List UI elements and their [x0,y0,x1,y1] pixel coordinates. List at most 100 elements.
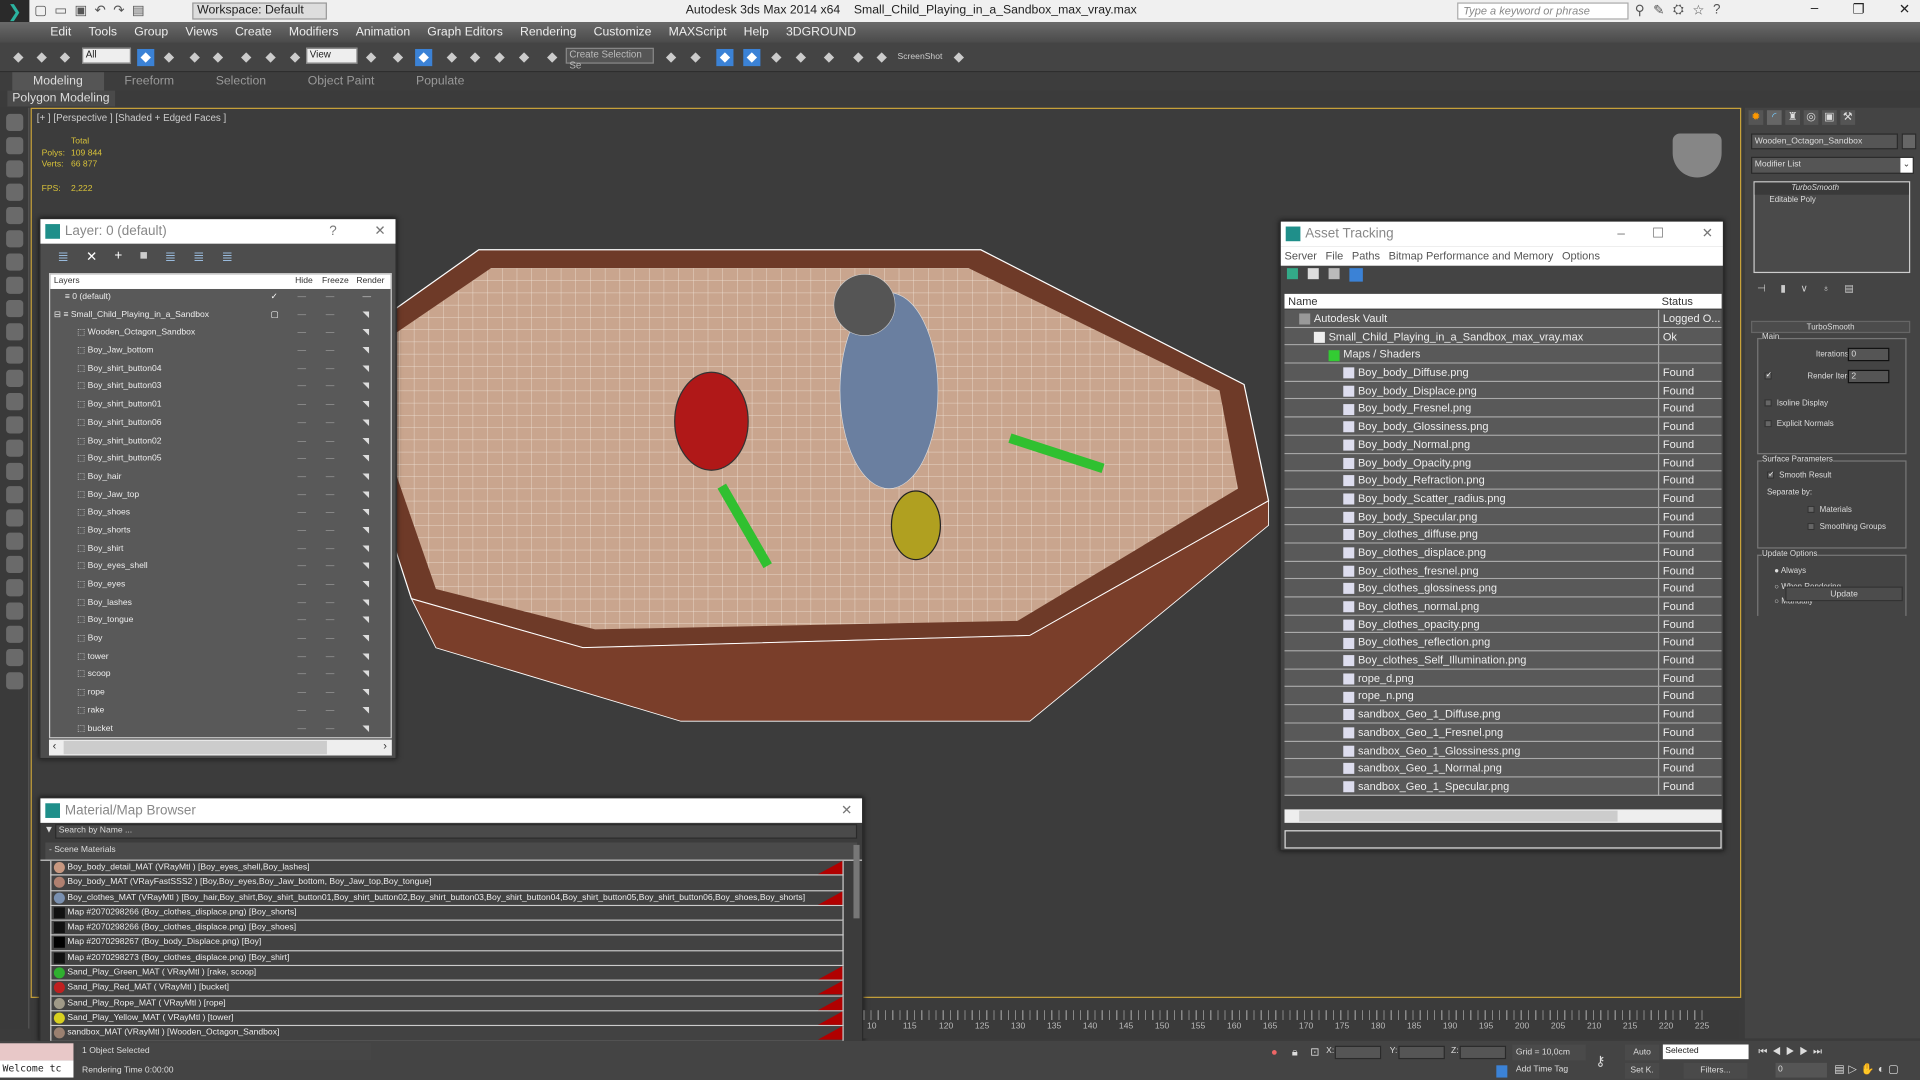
help-icon[interactable] [6,672,24,690]
layer-row[interactable]: ⬚ Boy_eyes — — ◥ [50,577,390,595]
info-icon[interactable] [6,648,24,667]
undo-icon[interactable]: ↶ [95,2,106,19]
highlight-icon[interactable]: ≣ [165,249,176,266]
new-file-icon[interactable]: ▢ [34,2,47,19]
display-icon[interactable] [6,206,24,225]
hide-toggle[interactable]: — [298,559,307,577]
x-coordinate-field[interactable] [1334,1045,1382,1060]
modify-tab-icon[interactable]: ◜ [1766,110,1782,125]
search-input[interactable]: Type a keyword or phrase [1457,2,1629,20]
layer-row[interactable]: ⬚ scoop — — ◥ [50,667,390,685]
render-toggle-icon[interactable]: ◥ [362,505,369,523]
render-toggle-icon[interactable]: ◥ [362,541,369,559]
box-icon[interactable] [6,253,24,271]
hide-toggle[interactable]: — [298,721,307,738]
teapot-icon[interactable]: ◆ [950,49,967,66]
smooth-result-checkbox[interactable]: ✓ [1766,471,1774,480]
layer-row[interactable]: ⬚ Boy_shoes — — ◥ [50,505,390,523]
freeze-toggle[interactable]: — [326,613,335,631]
material-item[interactable]: Boy_body_MAT (VRayFastSSS2 ) [Boy,Boy_ey… [50,875,844,891]
asset-row[interactable]: Boy_clothes_normal.png Found [1284,597,1722,616]
ribbon-tab-populate[interactable]: Populate [395,72,485,90]
scroll-thumb[interactable] [63,740,327,755]
freeze-toggle[interactable]: — [326,649,335,667]
camera-icon[interactable] [6,346,24,364]
render-toggle-icon[interactable]: ◥ [362,415,369,433]
motion-tab-icon[interactable]: ◎ [1803,110,1819,125]
menu-create[interactable]: Create [226,22,280,43]
layer-row[interactable]: ⬚ Boy_Jaw_bottom — — ◥ [50,343,390,361]
key-icon[interactable]: ✎ [1653,2,1664,19]
pivot-icon[interactable]: ◆ [362,49,379,66]
asset-row[interactable]: sandbox_Geo_1_Glossiness.png Found [1284,741,1722,760]
modify-icon[interactable] [6,137,24,155]
paint-icon[interactable] [6,555,24,574]
layer-row[interactable]: ⬚ Boy_Jaw_top — — ◥ [50,487,390,505]
asset-row[interactable]: rope_n.png Found [1284,687,1722,706]
layer-row[interactable]: ⊟ ≡ Small_Child_Playing_in_a_Sandbox ▢ — — ◥ [50,307,390,325]
layer-row[interactable]: ⬚ Boy_tongue — — ◥ [50,613,390,631]
freeze-toggle[interactable]: — [326,577,335,595]
freeze-toggle[interactable]: — [326,325,335,343]
manipulate-icon[interactable]: ◆ [389,49,406,66]
asset-row[interactable]: Boy_clothes_reflection.png Found [1284,633,1722,652]
move-icon[interactable]: ◆ [238,49,255,66]
playback-controls[interactable]: ⏮◀▶▶⏭ [1758,1046,1826,1058]
layer-row[interactable]: ⬚ Boy_shirt_button06 — — ◥ [50,415,390,433]
asset-menu-bitmap[interactable]: Bitmap Performance and Memory [1389,246,1554,266]
freeze-toggle[interactable]: — [326,451,335,469]
freeze-toggle[interactable]: — [326,721,335,738]
ribbon-tab-modeling[interactable]: Modeling [12,72,104,91]
percent-snap-icon[interactable]: ◆ [491,49,508,66]
remove-modifier-icon[interactable]: ♁ [1822,283,1829,294]
close-icon[interactable]: ✕ [1899,1,1910,17]
col-name[interactable]: Name [1284,295,1317,307]
freeze-toggle[interactable]: — [326,289,335,307]
hide-toggle[interactable]: — [298,487,307,505]
freeze-toggle[interactable]: — [326,487,335,505]
add-time-tag[interactable]: Add Time Tag [1516,1065,1568,1074]
link-icon[interactable]: ◆ [10,49,27,66]
asset-row[interactable]: Boy_clothes_Self_Illumination.png Found [1284,651,1722,670]
asset-row[interactable]: Boy_body_Glossiness.png Found [1284,417,1722,436]
named-selection-dropdown[interactable]: Create Selection Se [565,47,654,71]
show-end-result-icon[interactable]: ▮ [1780,283,1785,294]
material-item[interactable]: Map #2070298273 (Boy_clothes_displace.pn… [50,951,844,967]
open-file-icon[interactable]: ▭ [54,2,67,19]
hide-toggle[interactable]: — [298,541,307,559]
teapot-icon[interactable] [6,509,24,527]
menu-3dground[interactable]: 3DGROUND [777,22,864,43]
render-toggle-icon[interactable]: ◥ [362,487,369,505]
exchange-icon[interactable]: ⛭ [1673,2,1684,18]
freeze-toggle[interactable]: — [326,685,335,703]
modifier-list-dropdown[interactable]: Modifier List ⌄ [1751,156,1914,174]
screenshot-button[interactable]: ScreenShot [898,53,943,62]
render-toggle-icon[interactable]: ◥ [362,379,369,397]
menu-edit[interactable]: Edit [42,22,80,43]
active-layer-check-icon[interactable]: ✓ [271,289,278,307]
render-toggle-icon[interactable]: ◥ [362,433,369,451]
hide-toggle[interactable]: — [298,523,307,541]
configure-sets-icon[interactable]: ▤ [1844,283,1853,294]
layer-row[interactable]: ⬚ Boy_shirt_button01 — — ◥ [50,397,390,415]
layer-row[interactable]: ⬚ Boy_shirt — — ◥ [50,541,390,559]
asset-row[interactable]: Boy_clothes_opacity.png Found [1284,615,1722,634]
hide-toggle[interactable]: — [298,469,307,487]
material-editor-icon[interactable]: ◆ [820,49,837,66]
asset-row[interactable]: sandbox_Geo_1_Normal.png Found [1284,759,1722,778]
ribbon-tab-freeform[interactable]: Freeform [104,72,195,90]
selection-filter-dropdown[interactable]: All [82,47,132,64]
pin-stack-icon[interactable]: ⊣ [1757,283,1766,294]
motion-icon[interactable] [6,183,24,201]
close-icon[interactable]: ✕ [1702,222,1713,246]
iterations-spinner[interactable]: 0 [1847,347,1890,362]
scroll-left-icon[interactable]: ‹ [53,740,57,752]
render-toggle-icon[interactable]: ◥ [362,667,369,685]
asset-row[interactable]: Boy_clothes_glossiness.png Found [1284,579,1722,598]
asset-row[interactable]: sandbox_Geo_1_Diffuse.png Found [1284,705,1722,724]
hide-toggle[interactable]: — [298,577,307,595]
render-toggle-icon[interactable]: ◥ [362,613,369,631]
hair-icon[interactable] [6,579,24,597]
hierarchy-icon[interactable] [6,160,24,178]
material-search-input[interactable]: Search by Name ... [55,824,858,839]
